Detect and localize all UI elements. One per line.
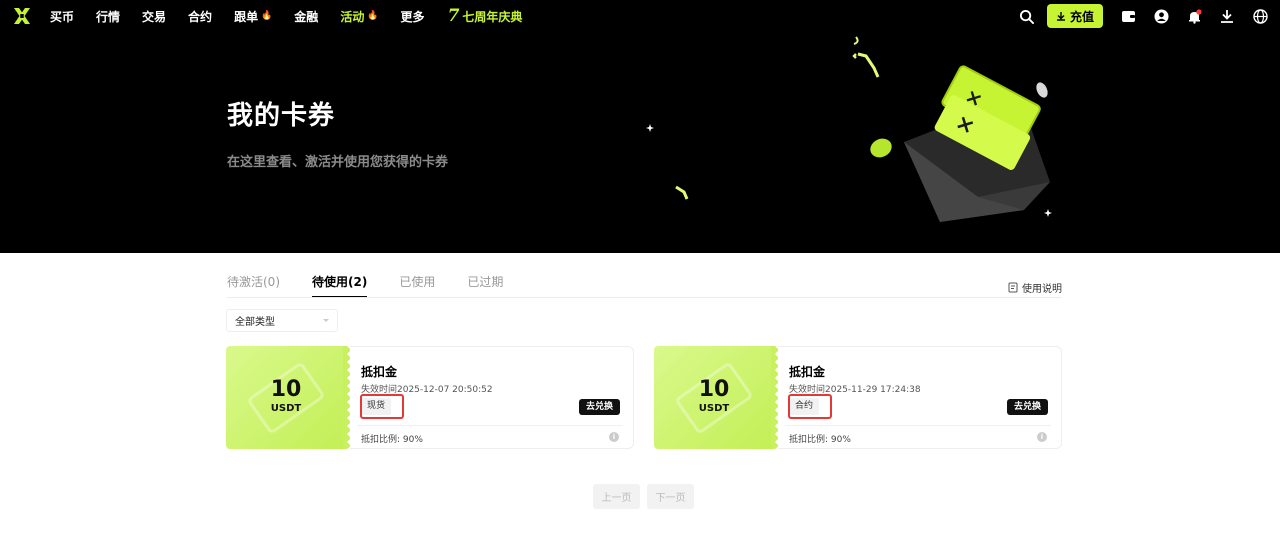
coupon-detail-panel: 抵扣金 失效时间2025-12-07 20:50:52 现货 去兑换 抵扣比例:… [350, 346, 634, 449]
coupon-type-badge: 现货 [361, 398, 392, 415]
bell-icon[interactable] [1186, 8, 1202, 24]
pagination: 上一页 下一页 [593, 484, 701, 509]
download-arrow-icon [1056, 12, 1065, 21]
hero-banner: 我的卡券 在这里查看、激活并使用您获得的卡券 × × [0, 32, 1280, 253]
chevron-down-icon [323, 319, 329, 322]
nav-item-label: 行情 [96, 9, 121, 24]
card-divider [785, 425, 1051, 426]
nav-item-trade[interactable]: 交易 [142, 8, 166, 25]
usage-instructions-link[interactable]: 使用说明 [1008, 280, 1062, 295]
next-page-button[interactable]: 下一页 [647, 484, 694, 509]
nav-item-more[interactable]: 更多 [401, 8, 425, 25]
coupon-status-tabs: 待激活(0) 待使用(2) 已使用 已过期 [227, 268, 535, 298]
anniversary-logo: 7 [447, 6, 460, 26]
redeem-button[interactable]: 去兑换 [578, 399, 620, 415]
card-divider [357, 425, 623, 426]
coupon-amount: 10 [270, 377, 302, 402]
deduction-ratio: 抵扣比例: 90% [361, 435, 423, 445]
fire-icon: 🔥 [367, 11, 379, 21]
usage-instructions-label: 使用说明 [1022, 284, 1062, 295]
deposit-label: 充值 [1069, 9, 1094, 24]
anniversary-label: 七周年庆典 [462, 9, 523, 24]
coupon-type-value: 全部类型 [235, 317, 275, 328]
tab-used[interactable]: 已使用 [399, 268, 435, 298]
nav-item-activities[interactable]: 活动 🔥 [340, 8, 378, 25]
top-navbar: 买币 行情 交易 合约 跟单 🔥 金融 活动 🔥 更多 7 七周年庆典 充值 [0, 0, 1280, 32]
coupon-type-badge: 合约 [789, 398, 820, 415]
fire-icon: 🔥 [261, 11, 273, 21]
user-icon[interactable] [1153, 8, 1169, 24]
coupon-expiry: 失效时间2025-12-07 20:50:52 [361, 385, 493, 395]
search-icon[interactable] [1019, 8, 1035, 24]
page-title: 我的卡券 [227, 101, 336, 131]
nav-item-markets[interactable]: 行情 [96, 8, 120, 25]
coupon-title: 抵扣金 [789, 365, 826, 379]
prev-page-button[interactable]: 上一页 [593, 484, 640, 509]
nav-item-label: 活动 [340, 9, 365, 24]
coupon-detail-panel: 抵扣金 失效时间2025-11-29 17:24:38 合约 去兑换 抵扣比例:… [778, 346, 1062, 449]
coupon-title: 抵扣金 [361, 365, 398, 379]
deposit-button[interactable]: 充值 [1046, 4, 1103, 28]
info-icon[interactable]: i [609, 432, 619, 442]
info-icon[interactable]: i [1037, 432, 1047, 442]
coupon-type-select[interactable]: 全部类型 [226, 309, 338, 332]
nav-item-buy-crypto[interactable]: 买币 [50, 8, 74, 25]
wallet-icon[interactable] [1120, 8, 1136, 24]
logo-icon[interactable] [13, 7, 31, 25]
coupon-envelope-illustration: × × [646, 36, 1052, 222]
nav-item-label: 跟单 [234, 9, 259, 24]
nav-item-label: 更多 [400, 9, 425, 24]
tab-ready-to-use[interactable]: 待使用(2) [312, 268, 368, 298]
nav-item-label: 金融 [294, 9, 319, 24]
coupon-amount-panel: 10 USDT [226, 346, 346, 449]
nav-item-label: 交易 [142, 9, 167, 24]
coupon-currency: USDT [270, 403, 302, 414]
page-subtitle: 在这里查看、激活并使用您获得的卡券 [227, 155, 449, 170]
tabs-divider [227, 297, 1062, 298]
download-icon[interactable] [1219, 8, 1235, 24]
deduction-ratio: 抵扣比例: 90% [789, 435, 851, 445]
tab-expired[interactable]: 已过期 [467, 268, 503, 298]
coupon-amount-panel: 10 USDT [654, 346, 774, 449]
tab-pending-activation[interactable]: 待激活(0) [227, 268, 280, 298]
nav-item-futures[interactable]: 合约 [188, 8, 212, 25]
coupon-card: 10 USDT 抵扣金 失效时间2025-11-29 17:24:38 合约 去… [654, 346, 1062, 449]
redeem-button[interactable]: 去兑换 [1006, 399, 1048, 415]
anniversary-link[interactable]: 7 七周年庆典 [448, 6, 523, 26]
globe-icon[interactable] [1252, 8, 1268, 24]
coupon-currency: USDT [698, 403, 730, 414]
coupon-card: 10 USDT 抵扣金 失效时间2025-12-07 20:50:52 现货 去… [226, 346, 634, 449]
nav-item-label: 买币 [50, 9, 75, 24]
nav-item-copy-trading[interactable]: 跟单 🔥 [234, 8, 272, 25]
nav-item-label: 合约 [188, 9, 213, 24]
coupon-amount: 10 [698, 377, 730, 402]
nav-item-finance[interactable]: 金融 [294, 8, 318, 25]
nav-actions: 充值 [1002, 0, 1268, 32]
coupon-expiry: 失效时间2025-11-29 17:24:38 [789, 385, 921, 395]
document-icon [1008, 282, 1018, 293]
main-menu: 买币 行情 交易 合约 跟单 🔥 金融 活动 🔥 更多 7 七周年庆典 [50, 0, 522, 32]
